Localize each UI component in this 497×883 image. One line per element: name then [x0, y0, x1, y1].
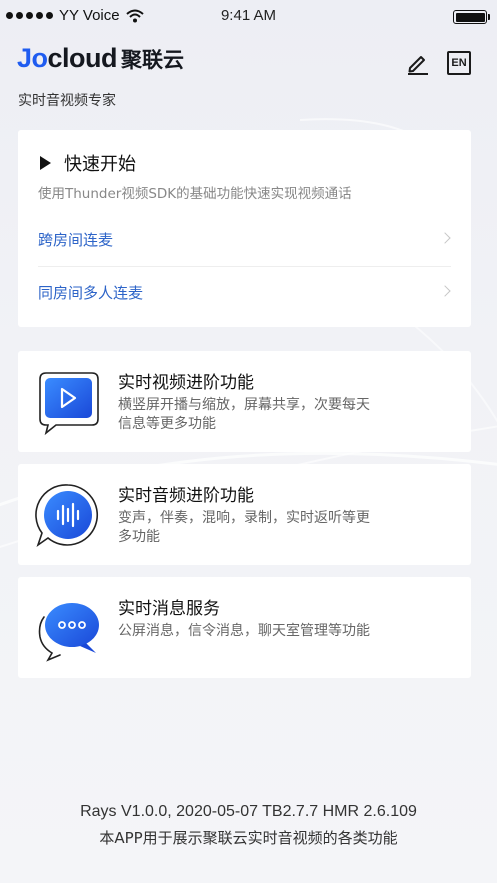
app-subtitle: 实时音视频专家 [18, 93, 116, 109]
feature-description: 公屏消息，信令消息，聊天室管理等功能 [118, 623, 370, 639]
status-time: 9:41 AM [220, 7, 277, 24]
messaging-service-card[interactable]: 实时消息服务 公屏消息，信令消息，聊天室管理等功能 [18, 577, 471, 678]
app-description: 本APP用于展示聚联云实时音视频的各类功能 [99, 829, 398, 847]
logo-cn-text: 聚联云 [121, 48, 185, 72]
audio-advanced-card[interactable]: 实时音频进阶功能 变声，伴奏，混响，录制，实时返听等更多功能 [18, 464, 471, 565]
feature-description: 横竖屏开播与缩放，屏幕共享，次要每天信息等更多功能 [118, 397, 370, 432]
status-bar: YY Voice 9:41 AM [0, 0, 497, 34]
logo-cloud-text: cloud [47, 43, 118, 73]
language-toggle-button[interactable]: EN [447, 51, 471, 75]
quick-start-item-same-room[interactable]: 同房间多人连麦 [18, 267, 471, 319]
app-logo: Jo cloud 聚联云 [17, 43, 184, 74]
logo-jo-text: Jo [17, 43, 48, 73]
play-triangle-icon [40, 156, 51, 170]
chevron-right-icon [439, 232, 451, 244]
edit-button[interactable] [405, 50, 431, 76]
quick-start-item-label: 跨房间连麦 [38, 231, 114, 249]
quick-start-title: 快速开始 [64, 154, 136, 175]
quick-start-item-label: 同房间多人连麦 [38, 284, 144, 302]
feature-title: 实时视频进阶功能 [118, 373, 254, 393]
battery-icon [453, 10, 490, 24]
quick-start-description: 使用Thunder视频SDK的基础功能快速实现视频通话 [38, 186, 352, 202]
feature-title: 实时音频进阶功能 [118, 486, 254, 506]
edit-pencil-icon [408, 56, 428, 75]
quick-start-item-cross-room[interactable]: 跨房间连麦 [18, 214, 471, 266]
chat-bubble-icon [38, 603, 99, 662]
audio-wave-icon [35, 484, 98, 548]
version-info: Rays V1.0.0, 2020-05-07 TB2.7.7 HMR 2.6.… [80, 803, 417, 820]
quick-start-header: 快速开始 [40, 150, 136, 176]
video-advanced-card[interactable]: 实时视频进阶功能 横竖屏开播与缩放，屏幕共享，次要每天信息等更多功能 [18, 351, 471, 452]
feature-description: 变声，伴奏，混响，录制，实时返听等更多功能 [118, 510, 370, 545]
quick-start-card: 快速开始 使用Thunder视频SDK的基础功能快速实现视频通话 跨房间连麦 同… [18, 130, 471, 327]
video-play-icon [39, 372, 99, 436]
feature-title: 实时消息服务 [118, 599, 220, 619]
chevron-right-icon [439, 285, 451, 297]
